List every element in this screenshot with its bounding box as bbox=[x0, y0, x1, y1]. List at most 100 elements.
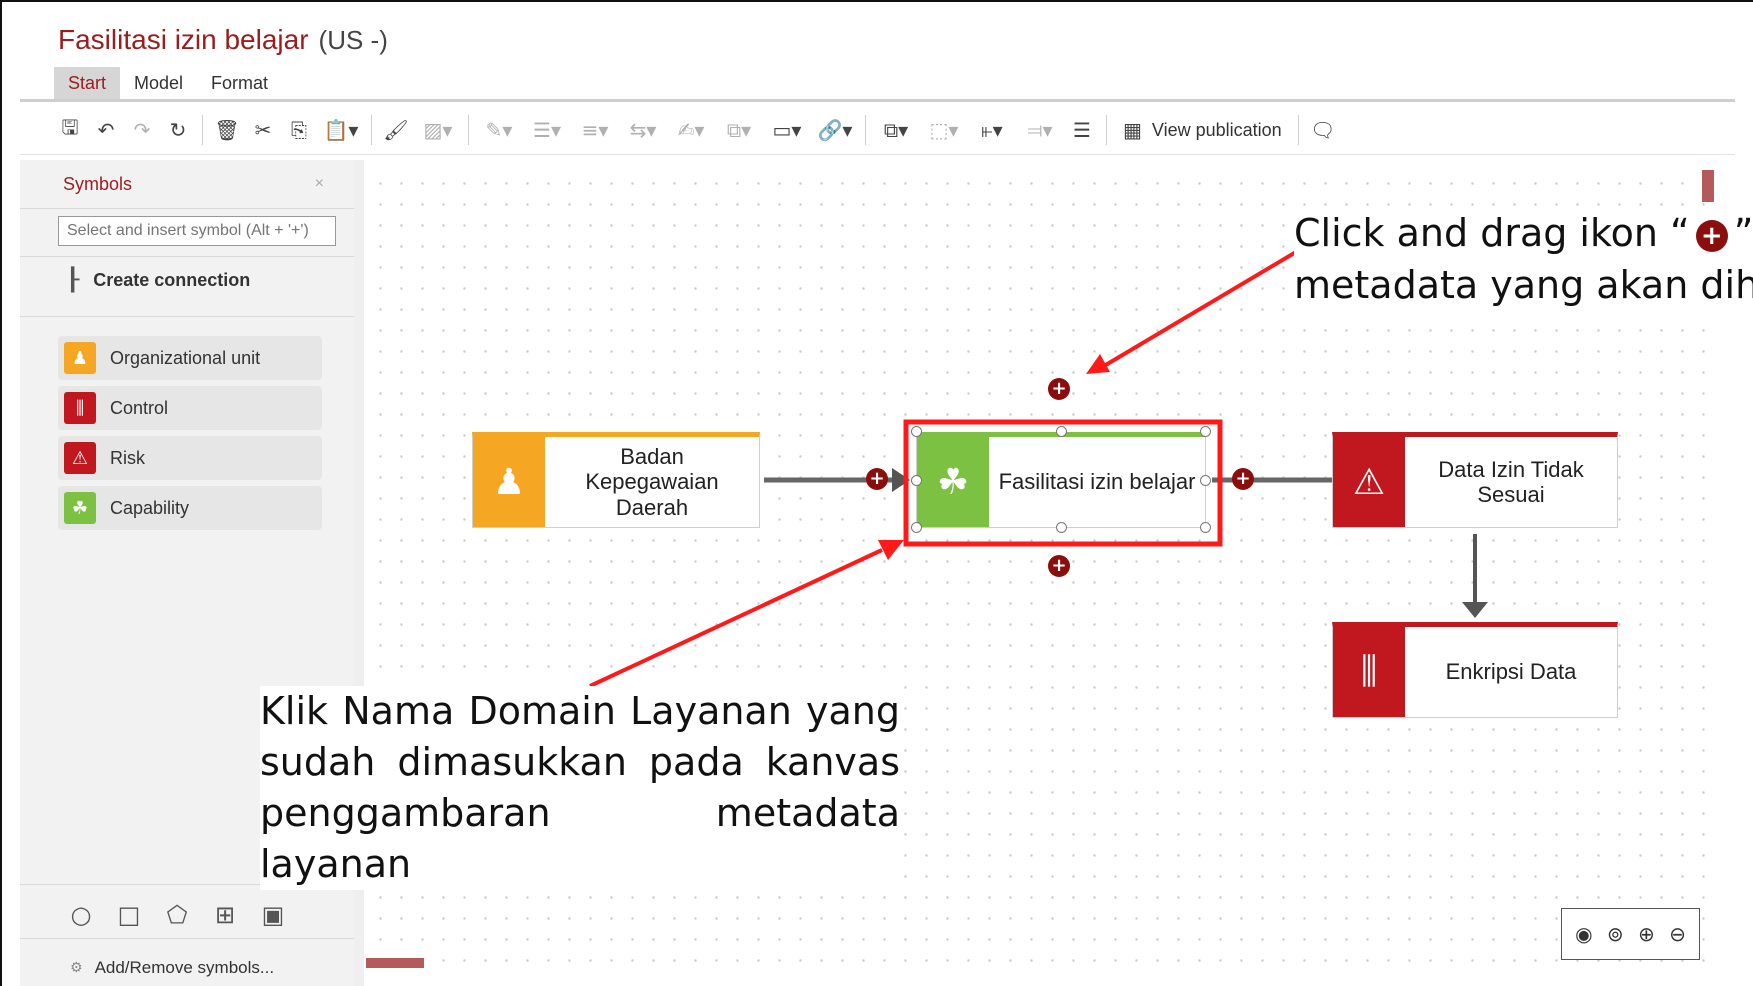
symbol-capability[interactable]: ☘ Capability bbox=[58, 486, 322, 530]
resize-handle[interactable] bbox=[1200, 475, 1211, 486]
add-connection-left-icon[interactable]: + bbox=[866, 468, 888, 490]
resize-handle[interactable] bbox=[1056, 522, 1067, 533]
divider bbox=[20, 256, 354, 257]
annotation-line: sudah dimasukkan pada kanvas bbox=[260, 740, 900, 784]
redo-icon[interactable]: ↷ bbox=[124, 112, 160, 148]
gear-icon: ⚙ bbox=[70, 960, 83, 976]
symbol-search-input[interactable] bbox=[58, 216, 336, 246]
add-connection-right-icon[interactable]: + bbox=[1232, 468, 1254, 490]
capability-icon: ☘ bbox=[917, 437, 989, 527]
create-connection-label: Create connection bbox=[93, 270, 251, 290]
line-weight-icon[interactable]: ≡▾ bbox=[571, 112, 619, 148]
node-label: Fasilitasi izin belajar bbox=[998, 469, 1196, 495]
node-risk[interactable]: ⚠ Data Izin Tidak Sesuai bbox=[1332, 432, 1618, 528]
org-unit-icon: ♟ bbox=[473, 437, 545, 527]
node-label: Enkripsi Data bbox=[1445, 659, 1577, 685]
node-capability[interactable]: ☘ Fasilitasi izin belajar bbox=[916, 432, 1206, 528]
zoom-out-icon[interactable]: ⊖ bbox=[1669, 922, 1686, 946]
distribute-icon[interactable]: ⫤▾ bbox=[1016, 112, 1064, 148]
control-icon: ⫼ bbox=[64, 392, 96, 424]
zoom-100-icon[interactable]: ⊚ bbox=[1607, 922, 1624, 946]
resize-handle[interactable] bbox=[911, 522, 922, 533]
toolbar-separator bbox=[468, 115, 469, 145]
annotation-line: penggambaran metadata layanan bbox=[260, 791, 900, 886]
node-label: Data Izin Tidak Sesuai bbox=[1438, 456, 1584, 507]
circle-icon[interactable]: ○ bbox=[68, 901, 94, 929]
arrow-style-icon[interactable]: ⇆▾ bbox=[619, 112, 667, 148]
resize-handle[interactable] bbox=[1200, 522, 1211, 533]
zoom-controls: ◉ ⊚ ⊕ ⊖ bbox=[1561, 908, 1700, 960]
plus-icon: + bbox=[1695, 219, 1728, 252]
risk-icon: ⚠ bbox=[64, 442, 96, 474]
divider bbox=[20, 938, 354, 939]
symbol-label: Capability bbox=[110, 497, 190, 518]
connection-icon: ┠ bbox=[66, 268, 80, 293]
pentagon-icon[interactable]: ⬠ bbox=[164, 901, 190, 929]
undo-icon[interactable]: ↶ bbox=[88, 112, 124, 148]
delete-icon[interactable]: 🗑 bbox=[209, 112, 245, 148]
symbol-control[interactable]: ⫼ Control bbox=[58, 386, 322, 430]
resize-handle[interactable] bbox=[911, 475, 922, 486]
risk-icon: ⚠ bbox=[1333, 437, 1405, 527]
text-box-icon[interactable]: ⊞ bbox=[212, 901, 238, 929]
create-connection-button[interactable]: ┠ Create connection bbox=[66, 268, 250, 293]
comment-icon[interactable]: 🗨 bbox=[1305, 112, 1341, 148]
line-color-icon[interactable]: ✎▾ bbox=[475, 112, 523, 148]
tab-divider bbox=[20, 99, 1735, 102]
cut-icon[interactable]: ✂ bbox=[245, 112, 281, 148]
toolbar: 🖫 ↶ ↷ ↻ 🗑 ✂ ⎘ 📋▾ 🖌 ▨▾ ✎▾ ☰▾ ≡▾ ⇆▾ ✍▾ ⧉▾ … bbox=[52, 110, 1341, 150]
add-remove-symbols-label: Add/Remove symbols... bbox=[94, 958, 275, 977]
symbol-list: ♟ Organizational unit ⫼ Control ⚠ Risk ☘… bbox=[58, 336, 322, 536]
eye-icon[interactable]: ◉ bbox=[1575, 922, 1592, 946]
resize-handle[interactable] bbox=[911, 426, 922, 437]
format-painter-icon[interactable]: 🖌 bbox=[378, 112, 414, 148]
image-icon[interactable]: ▣ bbox=[260, 901, 286, 929]
title-row: Fasilitasi izin belajar (US -) bbox=[58, 20, 388, 60]
select-icon[interactable]: ⬚▾ bbox=[920, 112, 968, 148]
tab-model[interactable]: Model bbox=[120, 67, 197, 99]
node-control[interactable]: ⫼ Enkripsi Data bbox=[1332, 622, 1618, 718]
tab-start[interactable]: Start bbox=[54, 67, 121, 99]
node-organizational-unit[interactable]: ♟ Badan Kepegawaian Daerah bbox=[472, 432, 760, 528]
symbols-panel-header: Symbols × bbox=[20, 160, 354, 208]
language-selector[interactable]: (US -) bbox=[319, 25, 388, 56]
link-icon[interactable]: 🔗▾ bbox=[811, 112, 859, 148]
add-connection-top-icon[interactable]: + bbox=[1048, 378, 1070, 400]
page-title: Fasilitasi izin belajar bbox=[58, 24, 309, 55]
toolbar-divider bbox=[20, 154, 1735, 155]
ribbon-tabs: Start Model Format bbox=[54, 67, 282, 99]
resize-handle[interactable] bbox=[1200, 426, 1211, 437]
view-publication-button[interactable]: ▦ View publication bbox=[1113, 118, 1292, 142]
stack-icon[interactable]: ☰ bbox=[1064, 112, 1100, 148]
view-publication-icon: ▦ bbox=[1123, 118, 1142, 142]
horizontal-scrollbar[interactable] bbox=[366, 958, 424, 968]
copy-icon[interactable]: ⎘ bbox=[281, 112, 317, 148]
annotation-click-instruction: Klik Nama Domain Layanan yang sudah dima… bbox=[260, 686, 900, 890]
control-icon: ⫼ bbox=[1333, 627, 1405, 717]
tab-format[interactable]: Format bbox=[197, 67, 282, 99]
annotation-line: Click and drag ikon “+” bbox=[1294, 207, 1753, 259]
fill-color-icon[interactable]: ▨▾ bbox=[414, 112, 462, 148]
edit-shape-icon[interactable]: ✍▾ bbox=[667, 112, 715, 148]
line-style-icon[interactable]: ☰▾ bbox=[523, 112, 571, 148]
group-icon[interactable]: ⧉▾ bbox=[872, 112, 920, 148]
vertical-scrollbar[interactable] bbox=[1702, 170, 1714, 202]
shape-style-icon[interactable]: ⧉▾ bbox=[715, 112, 763, 148]
symbol-risk[interactable]: ⚠ Risk bbox=[58, 436, 322, 480]
close-icon[interactable]: × bbox=[315, 175, 324, 193]
refresh-icon[interactable]: ↻ bbox=[160, 112, 196, 148]
add-remove-symbols-button[interactable]: ⚙ Add/Remove symbols... bbox=[70, 958, 274, 978]
symbol-label: Control bbox=[110, 397, 169, 418]
align-icon[interactable]: ⫦▾ bbox=[968, 112, 1016, 148]
toolbar-separator bbox=[371, 115, 372, 145]
add-connection-bottom-icon[interactable]: + bbox=[1048, 555, 1070, 577]
zoom-in-icon[interactable]: ⊕ bbox=[1638, 922, 1655, 946]
toolbar-separator bbox=[1106, 115, 1107, 145]
annotation-line: Klik Nama Domain Layanan yang bbox=[260, 689, 900, 733]
rectangle-icon[interactable]: □ bbox=[116, 901, 142, 929]
symbol-organizational-unit[interactable]: ♟ Organizational unit bbox=[58, 336, 322, 380]
resize-handle[interactable] bbox=[1056, 426, 1067, 437]
paste-icon[interactable]: 📋▾ bbox=[317, 112, 365, 148]
callout-icon[interactable]: ▭▾ bbox=[763, 112, 811, 148]
save-icon[interactable]: 🖫 bbox=[52, 112, 88, 148]
